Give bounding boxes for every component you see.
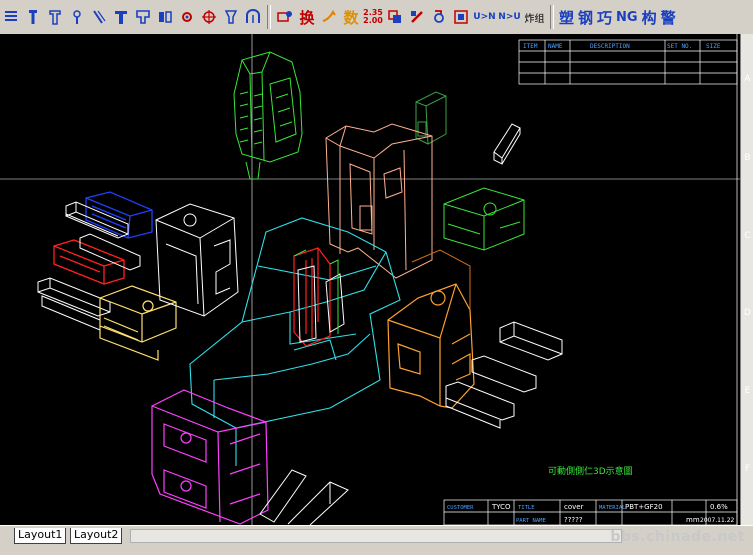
plastic-button[interactable]: 塑 bbox=[559, 7, 574, 28]
bom-item-header: ITEM bbox=[523, 43, 538, 50]
screw-icon[interactable] bbox=[23, 5, 44, 29]
slanted-lines-icon[interactable] bbox=[89, 5, 110, 29]
material-label: MATERIAL bbox=[599, 505, 626, 511]
bottom-pins-white bbox=[259, 469, 349, 525]
resize-icon[interactable] bbox=[275, 5, 296, 29]
u-to-n-button[interactable]: U>N bbox=[473, 5, 497, 29]
skill-button[interactable]: 巧 bbox=[597, 7, 612, 28]
ruler-label-c: C bbox=[744, 231, 751, 241]
split-icon[interactable] bbox=[155, 5, 176, 29]
arrow-icon[interactable] bbox=[319, 5, 340, 29]
vertical-ruler[interactable]: A B C D E F bbox=[740, 34, 753, 525]
steel-button[interactable]: 钢 bbox=[578, 7, 593, 28]
toolbar-separator bbox=[267, 5, 271, 29]
part-name-value: ????? bbox=[564, 516, 583, 524]
pin-white-2 bbox=[37, 277, 111, 331]
title-label: TITLE bbox=[518, 505, 535, 511]
bom-setno-header: SET NO. bbox=[667, 43, 692, 50]
tab-layout1[interactable]: Layout1 bbox=[14, 528, 67, 544]
bom-description-header: DESCRIPTION bbox=[590, 43, 630, 50]
shrink-value: 0.6% bbox=[710, 503, 728, 511]
slider-blue bbox=[85, 191, 153, 239]
slider-red bbox=[53, 239, 125, 285]
customer-label: CUSTOMER bbox=[447, 505, 474, 511]
crosshair-icon[interactable] bbox=[199, 5, 220, 29]
slider-insert-green bbox=[233, 51, 303, 180]
ejector-pin-icon[interactable] bbox=[45, 5, 66, 29]
digit-button[interactable]: 数 bbox=[341, 5, 362, 29]
scale-button[interactable]: 2.35 2.00 bbox=[363, 5, 384, 29]
bom-size-header: SIZE bbox=[706, 43, 721, 50]
scale-bottom-value: 2.00 bbox=[363, 16, 383, 25]
slider-orange-dark bbox=[411, 249, 471, 310]
drawing-annotation: 可動側側仁3D示意圖 bbox=[548, 465, 633, 477]
date-value: 2007.11.22 bbox=[700, 517, 735, 524]
pencil-icon[interactable] bbox=[407, 5, 428, 29]
lifter-plate-magenta bbox=[151, 389, 269, 525]
toolbar-separator bbox=[550, 5, 554, 29]
toolbar: 换 数 2.35 2.00 U>N N>U 炸组 塑 钢 巧 NG 构 警 bbox=[0, 0, 753, 35]
ruler-label-d: D bbox=[744, 308, 751, 318]
watermark: bbs.chinade.net bbox=[610, 529, 745, 545]
rotate-icon[interactable] bbox=[429, 5, 450, 29]
stop-block bbox=[493, 123, 521, 165]
block-icon[interactable] bbox=[133, 5, 154, 29]
ruler-label-f: F bbox=[744, 464, 751, 474]
lifter-yellow bbox=[99, 285, 177, 361]
swap-button[interactable]: 换 bbox=[297, 5, 318, 29]
part-name-label: PART NAME bbox=[516, 518, 546, 524]
customer-value: TYCO bbox=[491, 503, 511, 511]
bom-name-header: NAME bbox=[548, 43, 563, 50]
stack-icon[interactable] bbox=[1, 5, 22, 29]
drawing-canvas[interactable]: ITEM NAME DESCRIPTION SET NO. SIZE 可動側側仁… bbox=[0, 34, 740, 525]
slider-orange bbox=[387, 283, 475, 409]
structure-button[interactable]: 构 bbox=[642, 7, 657, 28]
pin-icon[interactable] bbox=[67, 5, 88, 29]
core-insert-peach bbox=[325, 123, 433, 279]
layer-icon[interactable] bbox=[385, 5, 406, 29]
ruler-label-a: A bbox=[744, 74, 751, 84]
title-value: cover bbox=[564, 503, 584, 511]
alert-button[interactable]: 警 bbox=[661, 7, 676, 28]
gear-icon[interactable] bbox=[177, 5, 198, 29]
tab-layout2[interactable]: Layout2 bbox=[70, 528, 123, 544]
grid-icon[interactable] bbox=[451, 5, 472, 29]
layout-tab-bar: Layout1 Layout2 bbs.chinade.net bbox=[0, 525, 753, 555]
arch-icon[interactable] bbox=[243, 5, 264, 29]
side-block-green bbox=[443, 187, 525, 251]
ruler-label-e: E bbox=[744, 386, 751, 396]
horizontal-scrollbar[interactable] bbox=[130, 529, 622, 543]
material-value: PBT+GF20 bbox=[625, 503, 663, 511]
ng-button[interactable]: NG bbox=[616, 10, 638, 25]
cup-icon[interactable] bbox=[221, 5, 242, 29]
t-section-icon[interactable] bbox=[111, 5, 132, 29]
explode-button[interactable]: 炸组 bbox=[523, 5, 547, 29]
unit-value: mm bbox=[686, 516, 700, 524]
n-to-u-button[interactable]: N>U bbox=[498, 5, 522, 29]
ruler-label-b: B bbox=[744, 153, 751, 163]
